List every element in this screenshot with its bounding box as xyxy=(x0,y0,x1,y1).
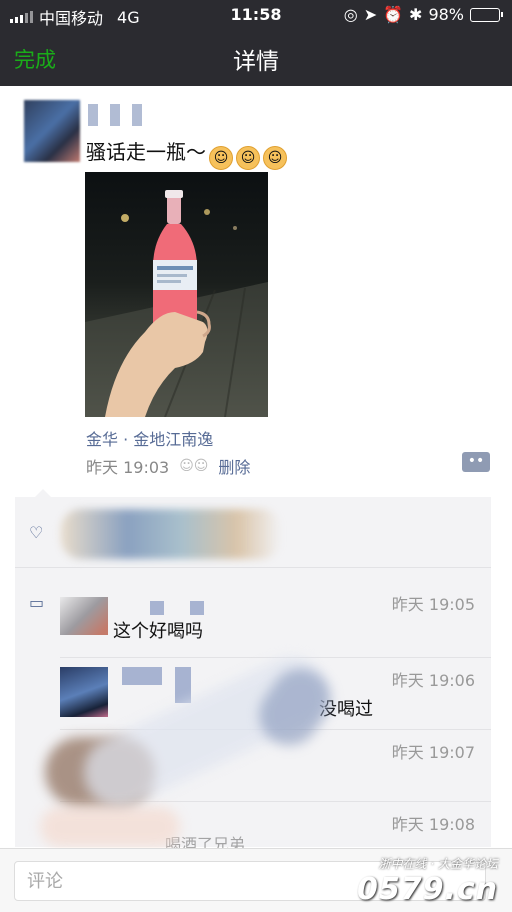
avatar[interactable] xyxy=(24,100,80,162)
post-meta: 昨天 19:03 ☺☺ 删除 xyxy=(86,454,250,478)
likers-obscured xyxy=(61,509,281,559)
privacy-friends-icon[interactable]: ☺☺ xyxy=(179,458,208,474)
commenter-avatar[interactable] xyxy=(60,597,108,635)
post-text: 骚话走一瓶～ ☺ ☺ ☺ xyxy=(86,136,287,170)
bluetooth-icon: ✱ xyxy=(409,5,423,24)
post-caption: 骚话走一瓶～ xyxy=(86,140,206,164)
obscuring-smear xyxy=(40,807,180,847)
comment-panel: ♡ ▭ 昨天 19:05 这个好喝吗 昨天 19:06 没喝过 昨天 19:07… xyxy=(15,489,491,854)
watermark-line2: 0579.cn xyxy=(356,872,498,907)
smiling-face-icon: ☺ xyxy=(263,146,287,170)
divider xyxy=(15,567,491,568)
watermark-line1: 浙中在线 · 大金华论坛 xyxy=(378,857,498,871)
comment-icon: ▭ xyxy=(29,593,45,612)
site-watermark: 浙中在线 · 大金华论坛 0579.cn xyxy=(357,855,498,907)
author-name-obscured[interactable] xyxy=(88,104,154,126)
smiling-face-icon: ☺ xyxy=(236,146,260,170)
delete-button[interactable]: 删除 xyxy=(218,454,250,478)
page-title: 详情 xyxy=(233,49,279,75)
commenter-name-obscured[interactable] xyxy=(122,667,162,685)
commenter-avatar[interactable] xyxy=(60,667,108,717)
status-bar: 中国移动 4G 11:58 ◎ ➤ ⏰ ✱ 98% xyxy=(0,0,512,30)
comment-time: 昨天 19:06 xyxy=(391,671,475,690)
comment-time: 昨天 19:08 xyxy=(391,815,475,834)
commenter-name-obscured[interactable] xyxy=(190,601,204,615)
comment-text[interactable]: 这个好喝吗 xyxy=(113,617,203,643)
alarm-icon: ⏰ xyxy=(383,5,404,24)
divider xyxy=(60,657,491,658)
battery-percent: 98% xyxy=(428,5,464,24)
lock-rotation-icon: ◎ xyxy=(343,5,358,24)
bottle-photo-illustration xyxy=(85,190,268,417)
post-time: 昨天 19:03 xyxy=(86,458,170,477)
commenter-name-obscured[interactable] xyxy=(175,667,191,703)
post-photo[interactable] xyxy=(85,172,268,417)
location-link[interactable]: 金华 · 金地江南逸 xyxy=(86,426,213,450)
smiling-face-icon: ☺ xyxy=(209,146,233,170)
more-options-icon[interactable]: •• xyxy=(462,452,490,472)
commenter-name-obscured[interactable] xyxy=(150,601,164,615)
location-arrow-icon: ➤ xyxy=(363,5,378,24)
nav-bar: 完成 详情 xyxy=(0,30,512,86)
heart-icon: ♡ xyxy=(29,523,44,542)
comment-time: 昨天 19:07 xyxy=(391,743,475,762)
comment-time: 昨天 19:05 xyxy=(391,595,475,614)
battery-icon xyxy=(470,7,503,22)
